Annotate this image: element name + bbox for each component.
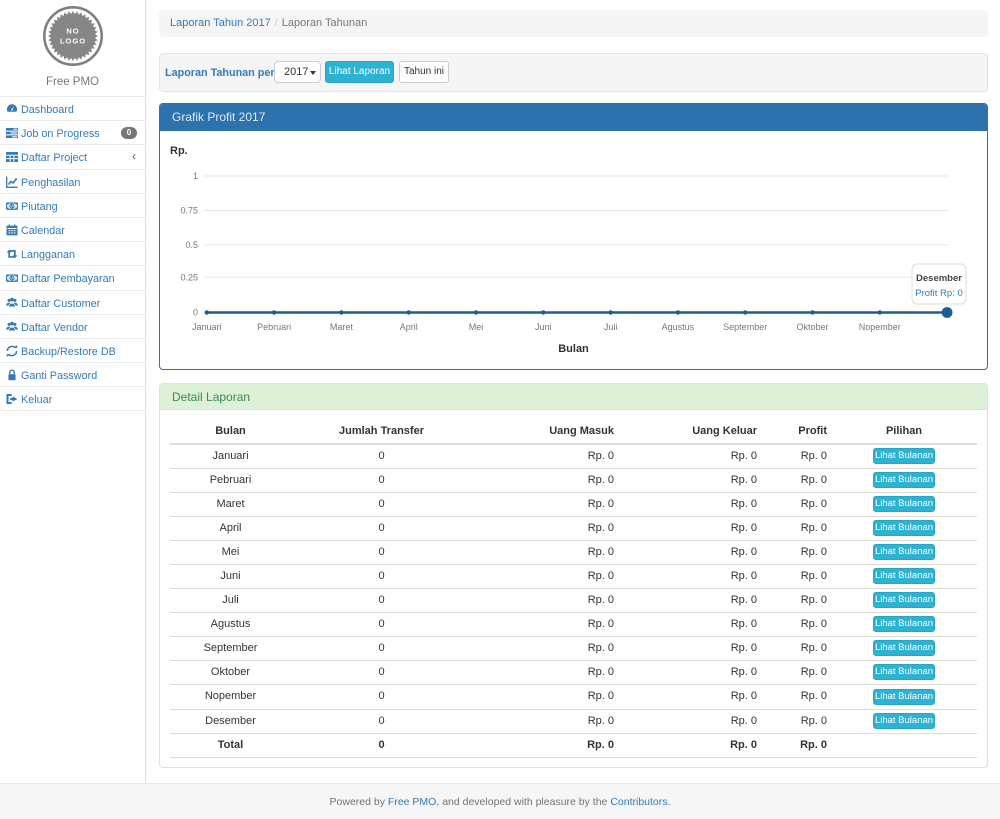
svg-text:Profit Rp: 0: Profit Rp: 0 — [915, 288, 963, 299]
svg-text:April: April — [400, 322, 418, 332]
svg-text:NO: NO — [66, 27, 79, 36]
svg-text:Oktober: Oktober — [796, 322, 828, 332]
svg-text:Bulan: Bulan — [558, 343, 589, 355]
svg-text:0.5: 0.5 — [185, 240, 198, 250]
svg-text:0: 0 — [193, 308, 198, 318]
svg-text:Juli: Juli — [604, 322, 618, 332]
svg-text:1: 1 — [193, 171, 198, 181]
svg-text:Maret: Maret — [330, 322, 354, 332]
svg-text:Mei: Mei — [469, 322, 484, 332]
svg-text:Pebruari: Pebruari — [257, 322, 291, 332]
svg-text:0.25: 0.25 — [180, 273, 198, 283]
svg-text:Desember: Desember — [916, 273, 962, 284]
svg-text:0.75: 0.75 — [180, 206, 198, 216]
svg-text:Rp.: Rp. — [170, 145, 188, 157]
svg-text:Nopember: Nopember — [859, 322, 901, 332]
svg-text:LOGO: LOGO — [59, 37, 85, 46]
svg-text:Juni: Juni — [535, 322, 552, 332]
svg-text:Januari: Januari — [192, 322, 222, 332]
svg-text:September: September — [723, 322, 767, 332]
svg-text:Agustus: Agustus — [662, 322, 695, 332]
